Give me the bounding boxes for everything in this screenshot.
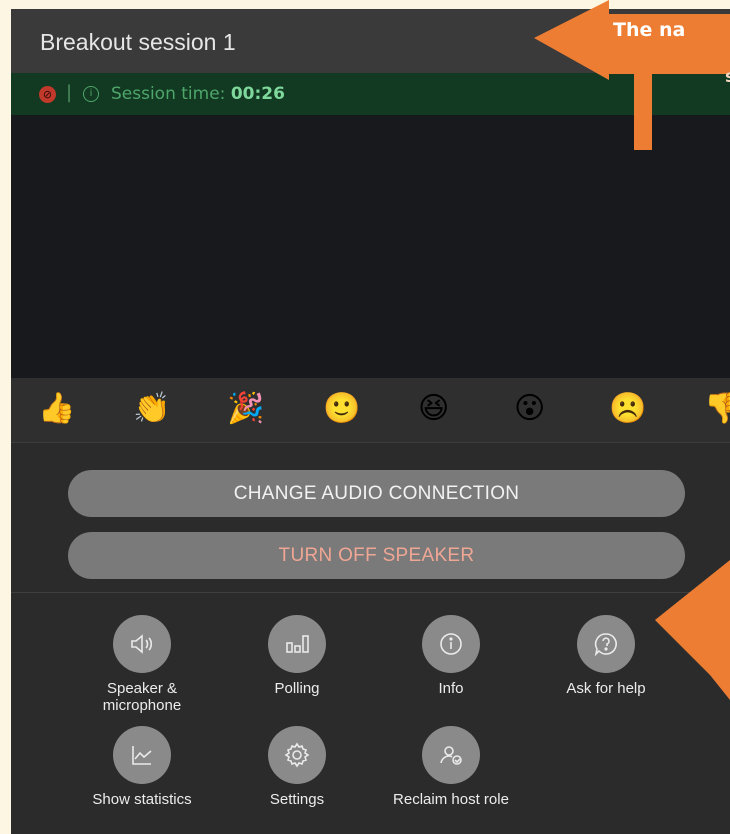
reclaim-host-icon [422, 726, 480, 784]
turn-off-speaker-button[interactable]: TURN OFF SPEAKER [68, 532, 685, 579]
thumbs-up-reaction[interactable]: 👍 [38, 392, 75, 426]
menu-reclaim-host-role[interactable]: Reclaim host role [376, 726, 526, 808]
polling-icon [268, 615, 326, 673]
menu-label: Show statistics [92, 791, 192, 808]
annotation-text-2: s [725, 67, 730, 87]
annotation-arrow-bottom [655, 560, 730, 700]
smile-reaction[interactable]: 🙂 [323, 392, 360, 426]
thumbs-down-reaction[interactable]: 👎 [704, 392, 730, 426]
session-title: Breakout session 1 [40, 29, 236, 55]
statistics-icon [113, 726, 171, 784]
reactions-bar: 👍 👏 🎉 🙂 😆 😮 ☹️ 👎 [11, 378, 730, 443]
laugh-reaction[interactable]: 😆 [418, 392, 449, 426]
speaker-icon [113, 615, 171, 673]
gear-icon [268, 726, 326, 784]
menu-polling[interactable]: Polling [222, 615, 372, 697]
sad-reaction[interactable]: ☹️ [609, 392, 646, 426]
menu-divider [11, 592, 730, 593]
info-small-icon[interactable]: i [83, 86, 99, 102]
party-reaction[interactable]: 🎉 [227, 392, 264, 426]
surprised-reaction[interactable]: 😮 [514, 392, 545, 426]
session-time-value: 00:26 [230, 84, 285, 104]
menu-label: Speaker & microphone [102, 680, 182, 714]
clap-reaction[interactable]: 👏 [133, 392, 170, 426]
session-time: Session time: 00:26 [111, 84, 285, 104]
menu-show-statistics[interactable]: Show statistics [67, 726, 217, 808]
help-icon [577, 615, 635, 673]
menu-label: Polling [274, 680, 320, 697]
status-separator: | [66, 82, 73, 103]
menu-info[interactable]: Info [376, 615, 526, 697]
menu-settings[interactable]: Settings [222, 726, 372, 808]
change-audio-button[interactable]: CHANGE AUDIO CONNECTION [68, 470, 685, 517]
info-icon [422, 615, 480, 673]
annotation-text: The na [613, 19, 686, 41]
mic-muted-icon[interactable]: ⊘ [39, 86, 56, 103]
session-time-label: Session time: [111, 84, 226, 104]
menu-speaker-microphone[interactable]: Speaker & microphone [67, 615, 217, 714]
menu-label: Info [438, 680, 464, 697]
menu-label: Settings [269, 791, 325, 808]
menu-label: Reclaim host role [393, 791, 509, 808]
